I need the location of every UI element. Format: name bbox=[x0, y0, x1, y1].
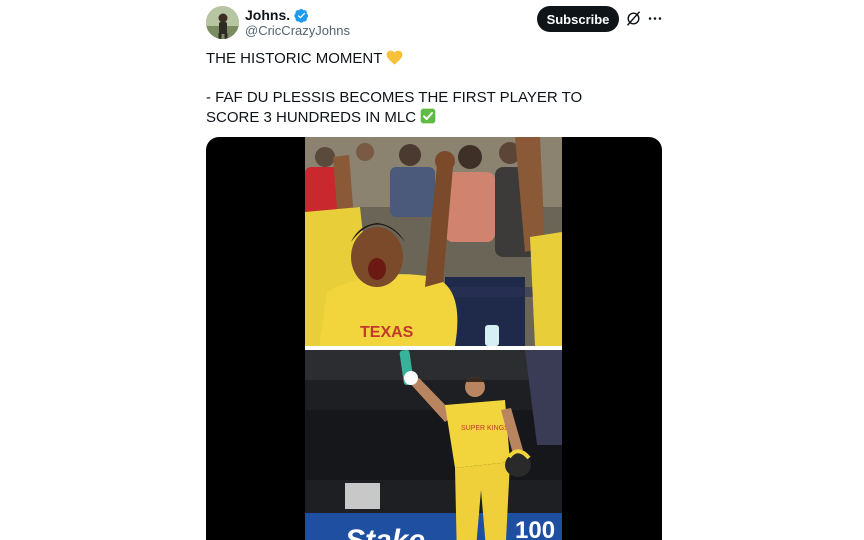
author-avatar[interactable] bbox=[206, 6, 239, 39]
tweet-text: THE HISTORIC MOMENT - FAF DU PLESSIS BEC… bbox=[206, 49, 626, 127]
author-name-row[interactable]: Johns. bbox=[245, 6, 309, 24]
jersey-print: TEXAS bbox=[360, 324, 414, 341]
tweet-text-line-1: THE HISTORIC MOMENT bbox=[206, 49, 626, 69]
tweet-text-line-2: - FAF DU PLESSIS BECOMES THE FIRST PLAYE… bbox=[206, 88, 626, 127]
banner-text: Stake bbox=[345, 524, 425, 540]
avatar-image bbox=[206, 6, 239, 39]
more-options-icon[interactable] bbox=[646, 10, 664, 27]
check-mark-icon bbox=[420, 108, 436, 123]
fan-photo-image: TEXAS bbox=[305, 137, 562, 346]
tweet-media[interactable]: TEXAS St bbox=[206, 137, 662, 540]
author-display-name[interactable]: Johns. bbox=[245, 7, 290, 23]
kit-print: SUPER KINGS bbox=[461, 425, 509, 432]
subscribe-button[interactable]: Subscribe bbox=[537, 6, 619, 32]
scoreboard-text: 100 bbox=[515, 517, 555, 540]
tweet-text-body: - FAF DU PLESSIS BECOMES THE FIRST PLAYE… bbox=[206, 89, 583, 126]
verified-badge-icon bbox=[294, 8, 309, 23]
author-handle[interactable]: @CricCrazyJohns bbox=[245, 23, 350, 38]
batter-photo[interactable]: Stake 100 SUPER KINGS bbox=[305, 350, 562, 540]
tweet-card: Johns. @CricCrazyJohns Subscribe THE HIS… bbox=[206, 0, 662, 540]
yellow-heart-icon bbox=[387, 50, 403, 65]
tweet-text-headline: THE HISTORIC MOMENT bbox=[206, 50, 383, 67]
grok-icon[interactable] bbox=[625, 10, 642, 27]
fan-photo[interactable]: TEXAS bbox=[305, 137, 562, 346]
batter-photo-image: Stake 100 SUPER KINGS bbox=[305, 350, 562, 540]
